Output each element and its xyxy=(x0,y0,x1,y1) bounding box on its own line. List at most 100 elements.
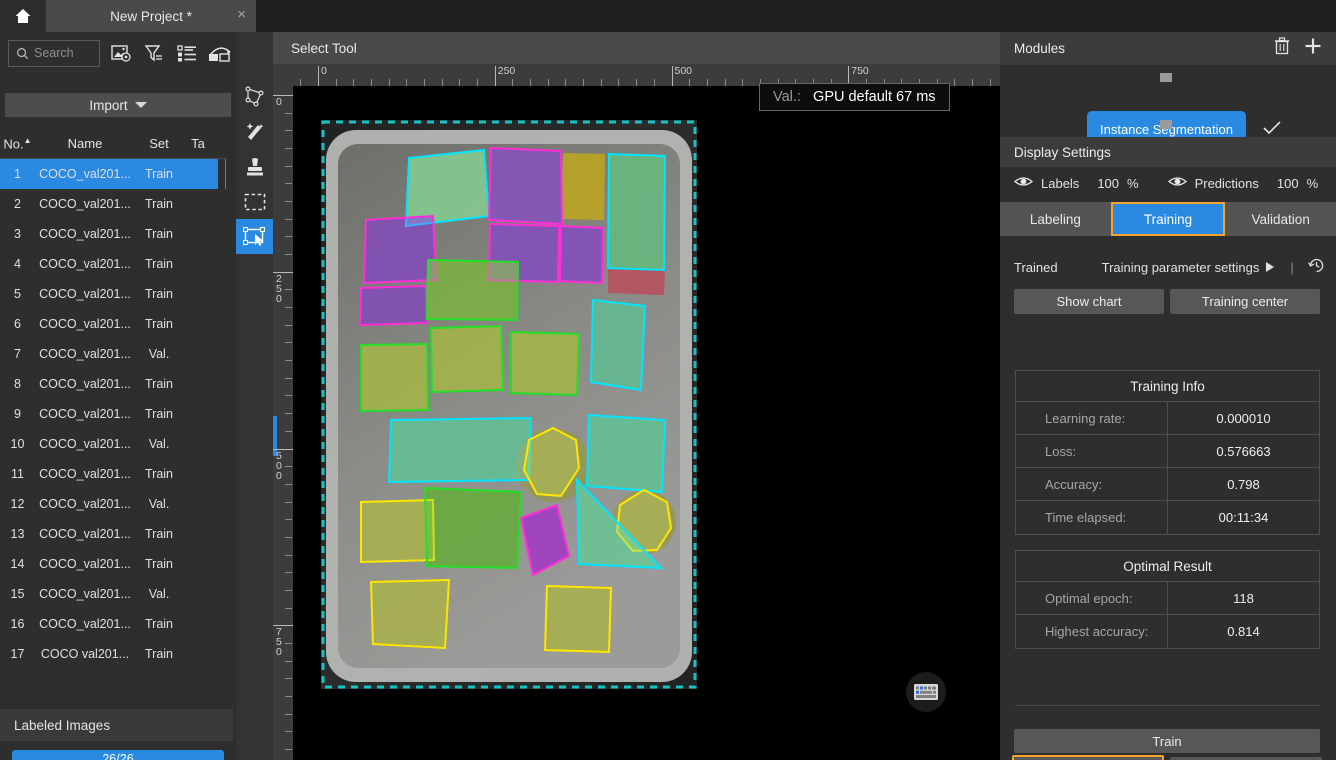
table-cell-set: Train xyxy=(144,227,173,241)
image-canvas[interactable] xyxy=(293,86,1000,760)
table-row[interactable]: 2 COCO_val201... Train xyxy=(0,189,226,219)
table-row[interactable]: 9 COCO_val201... Train xyxy=(0,399,226,429)
table-row[interactable]: 4 COCO_val201... Train xyxy=(0,249,226,279)
chevron-right-icon[interactable] xyxy=(1266,262,1275,272)
table-cell-name: COCO_val201... xyxy=(39,497,131,511)
keyboard-shortcut-badge[interactable] xyxy=(906,672,946,712)
table-cell-set: Train xyxy=(144,557,173,571)
table-row[interactable]: 3 COCO_val201... Train xyxy=(0,219,226,249)
eye-icon[interactable] xyxy=(1167,175,1187,191)
project-tab[interactable]: New Project * × xyxy=(46,0,256,32)
info-row-key: Optimal epoch: xyxy=(1016,582,1168,614)
ruler-label: 500 xyxy=(674,65,693,77)
home-button[interactable] xyxy=(0,0,46,32)
search-input[interactable]: Search xyxy=(8,39,100,67)
ruler-tick xyxy=(724,79,726,86)
history-icon[interactable] xyxy=(1307,257,1325,277)
table-row[interactable]: 10 COCO_val201... Val. xyxy=(0,429,226,459)
plus-icon[interactable] xyxy=(1304,37,1322,60)
ruler-tick xyxy=(285,519,292,521)
tab-labeling[interactable]: Labeling xyxy=(1000,202,1111,236)
predictions-opacity-value[interactable]: 100 xyxy=(1277,176,1299,191)
predictions-label: Predictions xyxy=(1194,175,1259,191)
filter-icon[interactable] xyxy=(142,41,166,65)
table-column-header[interactable]: No.▲ xyxy=(0,136,35,151)
ruler-tick xyxy=(285,536,292,538)
magic-wand-tool-button[interactable] xyxy=(236,114,273,149)
module-graph-canvas[interactable]: Instance Segmentation xyxy=(1000,65,1336,147)
table-row[interactable]: 6 COCO_val201... Train xyxy=(0,309,226,339)
labels-visibility-group[interactable]: Labels 100 % xyxy=(1013,175,1139,191)
ruler-tick xyxy=(285,731,292,733)
table-row[interactable]: 8 COCO_val201... Train xyxy=(0,369,226,399)
table-row[interactable]: 16 COCO_val201... Train xyxy=(0,609,226,639)
table-cell-no: 11 xyxy=(11,467,24,481)
validate-button[interactable]: Validate xyxy=(1012,755,1164,760)
vertical-ruler[interactable]: 0 250 500 750 xyxy=(273,86,293,760)
trash-icon[interactable] xyxy=(1274,37,1290,60)
table-row[interactable]: 11 COCO_val201... Train xyxy=(0,459,226,489)
project-tab-label: New Project * xyxy=(110,8,192,24)
tab-validation[interactable]: Validation xyxy=(1225,202,1336,236)
info-row-key: Highest accuracy: xyxy=(1016,615,1168,648)
info-row-value: 118 xyxy=(1233,590,1254,606)
info-row-key: Learning rate: xyxy=(1016,402,1168,434)
stamp-tool-button[interactable] xyxy=(236,149,273,184)
module-node-handle-bottom[interactable] xyxy=(1160,120,1172,129)
left-panel: Search Import No.▲ Name Set Ta 1 COCO_va… xyxy=(0,32,443,760)
annotated-image[interactable] xyxy=(321,120,697,689)
info-row: Optimal epoch: 118 xyxy=(1016,582,1319,615)
list-icon[interactable] xyxy=(175,41,199,65)
ruler-tick xyxy=(285,377,292,379)
ruler-tick xyxy=(300,79,302,86)
canvas-header: Select Tool xyxy=(273,32,1000,64)
ruler-tick xyxy=(989,79,991,86)
labels-opacity-unit: % xyxy=(1127,175,1139,191)
table-row[interactable]: 13 COCO_val201... Train xyxy=(0,519,226,549)
table-row[interactable]: 14 COCO_val201... Train xyxy=(0,549,226,579)
module-node-handle-top[interactable] xyxy=(1160,73,1172,82)
tab-training[interactable]: Training xyxy=(1110,202,1226,236)
left-toolbar: Search xyxy=(0,32,236,74)
compare-icon[interactable] xyxy=(208,41,232,65)
table-column-header[interactable]: Set xyxy=(135,136,183,151)
table-cell-set: Train xyxy=(144,467,173,481)
show-chart-button[interactable]: Show chart xyxy=(1014,289,1164,314)
file-list-horizontal-scrollbar-track[interactable] xyxy=(0,694,226,701)
ruler-tick xyxy=(285,466,292,468)
table-row[interactable]: 15 COCO_val201... Val. xyxy=(0,579,226,609)
table-column-header[interactable]: Name xyxy=(35,136,135,151)
file-list-vertical-scrollbar-track[interactable] xyxy=(218,159,443,694)
table-row[interactable]: 17 COCO val201... Train xyxy=(0,639,226,669)
table-row[interactable]: 12 COCO_val201... Val. xyxy=(0,489,226,519)
ruler-tick xyxy=(424,79,426,86)
train-button[interactable]: Train xyxy=(1014,729,1320,753)
table-cell-no: 15 xyxy=(10,587,25,601)
ruler-tick xyxy=(285,289,292,291)
table-cell-set: Train xyxy=(144,167,173,181)
validation-tooltip: Val.: GPU default 67 ms xyxy=(759,83,950,111)
eye-icon[interactable] xyxy=(1013,175,1034,191)
polygon-tool-button[interactable] xyxy=(236,79,273,114)
close-icon[interactable]: × xyxy=(237,7,246,23)
select-tool-button[interactable] xyxy=(236,219,273,254)
application-window: New Project * × Search Import No.▲ Name … xyxy=(0,0,1336,760)
right-panel: Modules Instance Segmentation Display Se… xyxy=(1000,32,1336,760)
table-column-header[interactable]: Ta xyxy=(183,136,213,151)
info-row: Highest accuracy: 0.814 xyxy=(1016,615,1319,648)
labels-opacity-value[interactable]: 100 xyxy=(1097,176,1119,191)
ruler-tick xyxy=(706,79,708,86)
table-row[interactable]: 7 COCO_val201... Val. xyxy=(0,339,226,369)
training-parameter-settings-link[interactable]: Training parameter settings xyxy=(1102,260,1260,275)
image-settings-icon[interactable] xyxy=(109,41,133,65)
import-button[interactable]: Import xyxy=(5,93,231,117)
predictions-visibility-group[interactable]: Predictions 100 % xyxy=(1167,175,1318,191)
table-row[interactable]: 1 COCO_val201... Train xyxy=(0,159,226,189)
table-row[interactable]: 5 COCO_val201... Train xyxy=(0,279,226,309)
display-settings-row: Labels 100 % Predictions 100 % xyxy=(1000,167,1336,199)
ruler-tick xyxy=(371,79,373,86)
ruler-tick xyxy=(285,642,292,644)
rectangle-select-tool-button[interactable] xyxy=(236,184,273,219)
training-center-button[interactable]: Training center xyxy=(1170,289,1320,314)
ruler-tick xyxy=(583,79,585,86)
